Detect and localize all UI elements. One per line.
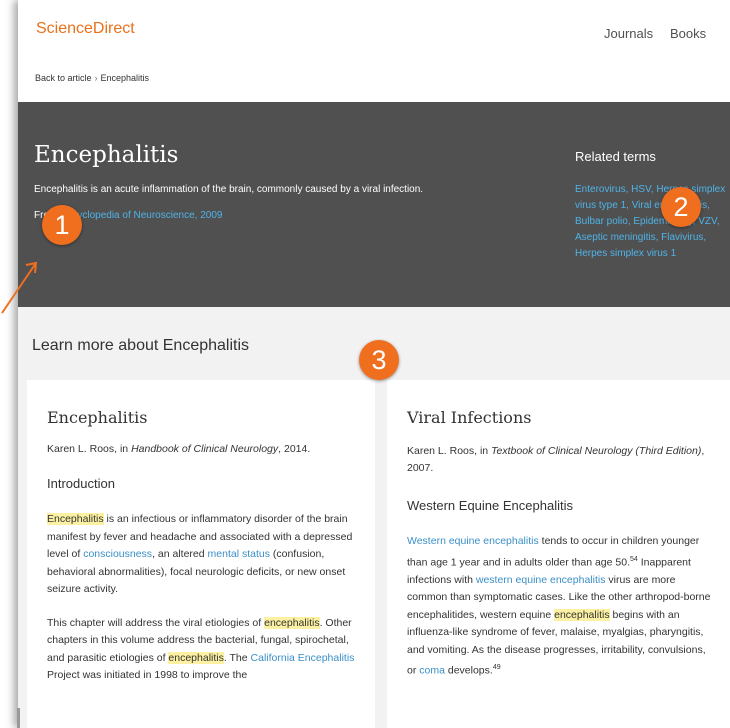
card-paragraph: Western equine encephalitis tends to occ… bbox=[407, 533, 717, 680]
card-citation: Karen L. Roos, in Textbook of Clinical N… bbox=[407, 443, 717, 477]
card-title[interactable]: Encephalitis bbox=[47, 408, 355, 427]
breadcrumb-current: Encephalitis bbox=[100, 73, 150, 83]
breadcrumb-separator: › bbox=[94, 73, 98, 83]
related-terms-list[interactable]: Enterovirus, HSV, Herpes simplex virus t… bbox=[575, 182, 730, 262]
breadcrumb-back-link[interactable]: Back to article bbox=[35, 73, 92, 83]
paragraph-text: This chapter will address the viral etio… bbox=[47, 616, 265, 629]
nav-books[interactable]: Books bbox=[670, 26, 706, 41]
paragraph-text: develops. bbox=[444, 664, 493, 677]
paragraph-text: , an altered bbox=[152, 548, 208, 560]
term-link[interactable]: coma bbox=[419, 665, 445, 677]
site-header: ScienceDirect Journals Books bbox=[18, 0, 730, 52]
term-link[interactable]: Western equine encephalitis bbox=[407, 535, 539, 547]
card-section-title: Western Equine Encephalitis bbox=[407, 498, 573, 513]
card-section-title: Introduction bbox=[47, 476, 115, 491]
related-terms-heading: Related terms bbox=[575, 149, 656, 164]
card-paragraph: Encephalitis is an infectious or inflamm… bbox=[47, 511, 355, 599]
term-link[interactable]: consciousness bbox=[83, 548, 152, 560]
citation-superscript[interactable]: 49 bbox=[493, 664, 501, 671]
page-title: Encephalitis bbox=[34, 142, 179, 168]
term-link[interactable]: mental status bbox=[208, 548, 270, 560]
article-card[interactable]: Viral Infections Karen L. Roos, in Textb… bbox=[387, 380, 730, 728]
citation-superscript[interactable]: 54 bbox=[630, 556, 638, 563]
card-book: Handbook of Clinical Neurology bbox=[131, 443, 279, 455]
sciencedirect-logo[interactable]: ScienceDirect bbox=[36, 20, 135, 38]
page-edge-marker bbox=[17, 708, 20, 728]
card-title[interactable]: Viral Infections bbox=[407, 408, 717, 427]
term-link[interactable]: western equine encephalitis bbox=[476, 574, 606, 586]
card-year: , 2014. bbox=[278, 443, 311, 455]
source-link[interactable]: Encyclopedia of Neuroscience, 2009 bbox=[60, 210, 222, 221]
article-card[interactable]: Encephalitis Karen L. Roos, in Handbook … bbox=[27, 380, 375, 728]
learn-more-heading: Learn more about Encephalitis bbox=[32, 337, 250, 354]
annotation-badge-1: 1 bbox=[42, 205, 82, 245]
highlighted-term: encephalitis bbox=[264, 616, 320, 629]
paragraph-text: Project was initiated in 1998 to improve… bbox=[47, 669, 248, 681]
highlighted-term: encephalitis bbox=[554, 608, 610, 621]
annotation-badge-3: 3 bbox=[359, 340, 399, 380]
topic-definition: Encephalitis is an acute inflammation of… bbox=[34, 184, 424, 195]
annotation-badge-2: 2 bbox=[661, 187, 701, 227]
card-author: Karen L. Roos, in bbox=[407, 445, 489, 457]
breadcrumb: Back to article › Encephalitis bbox=[35, 73, 149, 83]
card-book: Textbook of Clinical Neurology (Third Ed… bbox=[491, 445, 702, 457]
card-author: Karen L. Roos, in bbox=[47, 443, 129, 455]
term-link[interactable]: California Encephalitis bbox=[251, 652, 355, 664]
highlighted-term: encephalitis bbox=[168, 651, 224, 664]
nav-journals[interactable]: Journals bbox=[604, 26, 653, 41]
card-paragraph: This chapter will address the viral etio… bbox=[47, 615, 355, 685]
topic-hero: Encephalitis Encephalitis is an acute in… bbox=[18, 102, 730, 307]
card-citation: Karen L. Roos, in Handbook of Clinical N… bbox=[47, 443, 355, 455]
highlighted-term: Encephalitis bbox=[47, 513, 104, 525]
annotation-arrow-icon bbox=[1, 261, 38, 314]
paragraph-text: . The bbox=[223, 651, 251, 664]
